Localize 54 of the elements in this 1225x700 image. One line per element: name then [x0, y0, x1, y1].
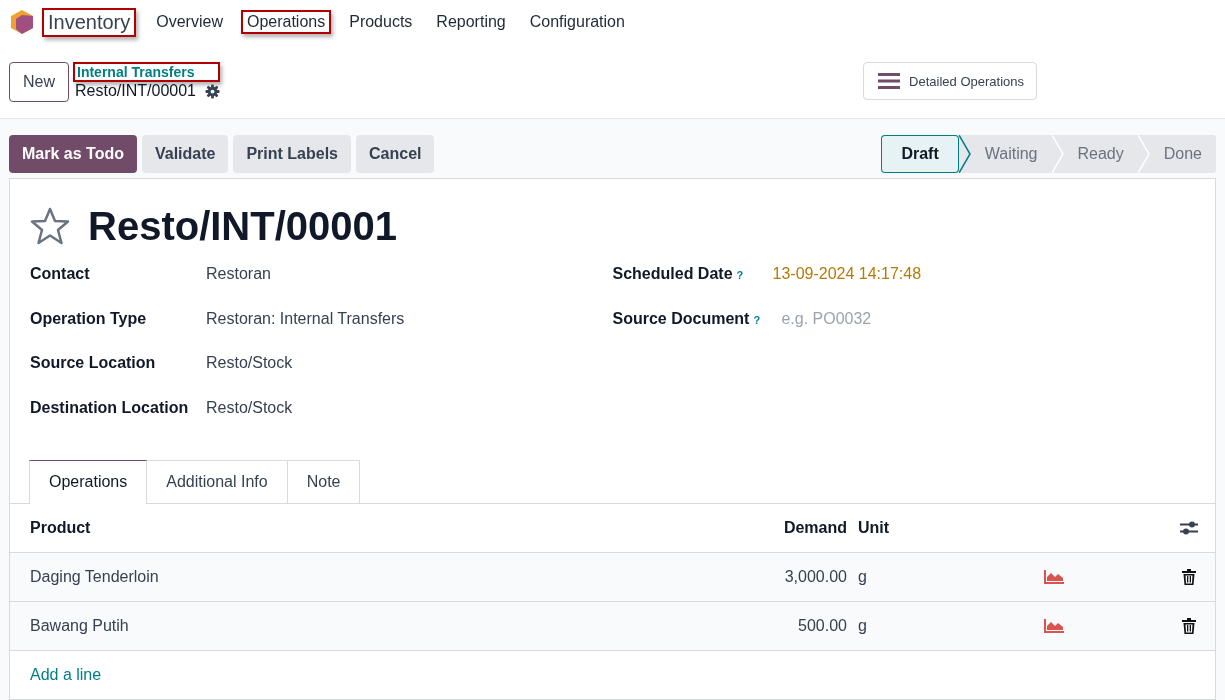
- chevron-separator-icon: [1137, 134, 1150, 173]
- trash-icon[interactable]: [1182, 569, 1196, 585]
- field-label: Scheduled Date: [612, 265, 733, 283]
- field-label: Source Location: [30, 354, 157, 372]
- menu-item[interactable]: Reporting: [430, 10, 512, 34]
- star-icon[interactable]: [30, 207, 70, 245]
- field-label: Contact: [30, 265, 91, 283]
- menu-item[interactable]: Overview: [150, 10, 229, 34]
- field-value[interactable]: Resto/Stock: [206, 354, 293, 372]
- table-cell-text: Daging Tenderloin: [30, 568, 160, 586]
- action-button[interactable]: Cancel: [356, 134, 435, 173]
- field-label: Destination Location: [30, 398, 190, 417]
- menu-item[interactable]: Products: [343, 10, 419, 34]
- column-header[interactable]: Demand: [728, 519, 858, 537]
- menu-item[interactable]: Operations: [240, 10, 332, 34]
- field-value[interactable]: Resto/Stock: [206, 398, 293, 417]
- menu-item[interactable]: Configuration: [523, 10, 631, 34]
- detailed-operations-button[interactable]: Detailed Operations: [863, 62, 1037, 100]
- app-name[interactable]: Inventory: [42, 7, 137, 37]
- help-tooltip[interactable]: ?: [753, 313, 763, 326]
- tab[interactable]: Additional Info: [147, 460, 288, 504]
- action-button[interactable]: Validate: [141, 134, 229, 173]
- field-label: Source Document: [612, 309, 750, 328]
- table-cell-text: 3,000.00: [783, 568, 848, 586]
- hexagon-logo-icon[interactable]: [10, 9, 34, 35]
- breadcrumb-current: Resto/INT/00001: [75, 82, 196, 100]
- add-line-link[interactable]: Add a line: [30, 666, 102, 684]
- chevron-separator-icon: [958, 134, 971, 173]
- action-button[interactable]: Mark as Todo: [9, 134, 137, 173]
- table-cell-text: 500.00: [797, 617, 848, 635]
- help-tooltip[interactable]: ?: [736, 269, 746, 281]
- field-value[interactable]: Restoran: [206, 265, 271, 283]
- tab[interactable]: Note: [287, 460, 361, 504]
- date-field[interactable]: 13-09-2024 14:17:48: [772, 265, 922, 283]
- sliders-icon[interactable]: [1180, 520, 1198, 536]
- trash-icon[interactable]: [1182, 618, 1196, 634]
- action-button[interactable]: Print Labels: [233, 134, 351, 173]
- chevron-separator-icon: [1051, 134, 1064, 173]
- column-header[interactable]: Product: [30, 519, 728, 537]
- field-value[interactable]: Restoran: Internal Transfers: [206, 309, 405, 328]
- area-chart-icon[interactable]: [1044, 619, 1064, 633]
- table-cell-text: g: [858, 568, 868, 586]
- status-step[interactable]: Draft: [881, 134, 959, 173]
- breadcrumb-link[interactable]: Internal Transfers: [73, 62, 220, 82]
- new-button[interactable]: New: [9, 62, 69, 102]
- tab[interactable]: Operations: [29, 460, 148, 504]
- field-label: Operation Type: [30, 309, 148, 328]
- area-chart-icon[interactable]: [1044, 570, 1064, 584]
- settings-icon[interactable]: [204, 83, 220, 99]
- column-header[interactable]: Unit: [858, 519, 1034, 537]
- table-cell-text: g: [858, 617, 868, 635]
- list-icon: [878, 72, 901, 90]
- table-cell-text: Bawang Putih: [30, 617, 130, 635]
- record-title: Resto/INT/00001: [88, 203, 398, 249]
